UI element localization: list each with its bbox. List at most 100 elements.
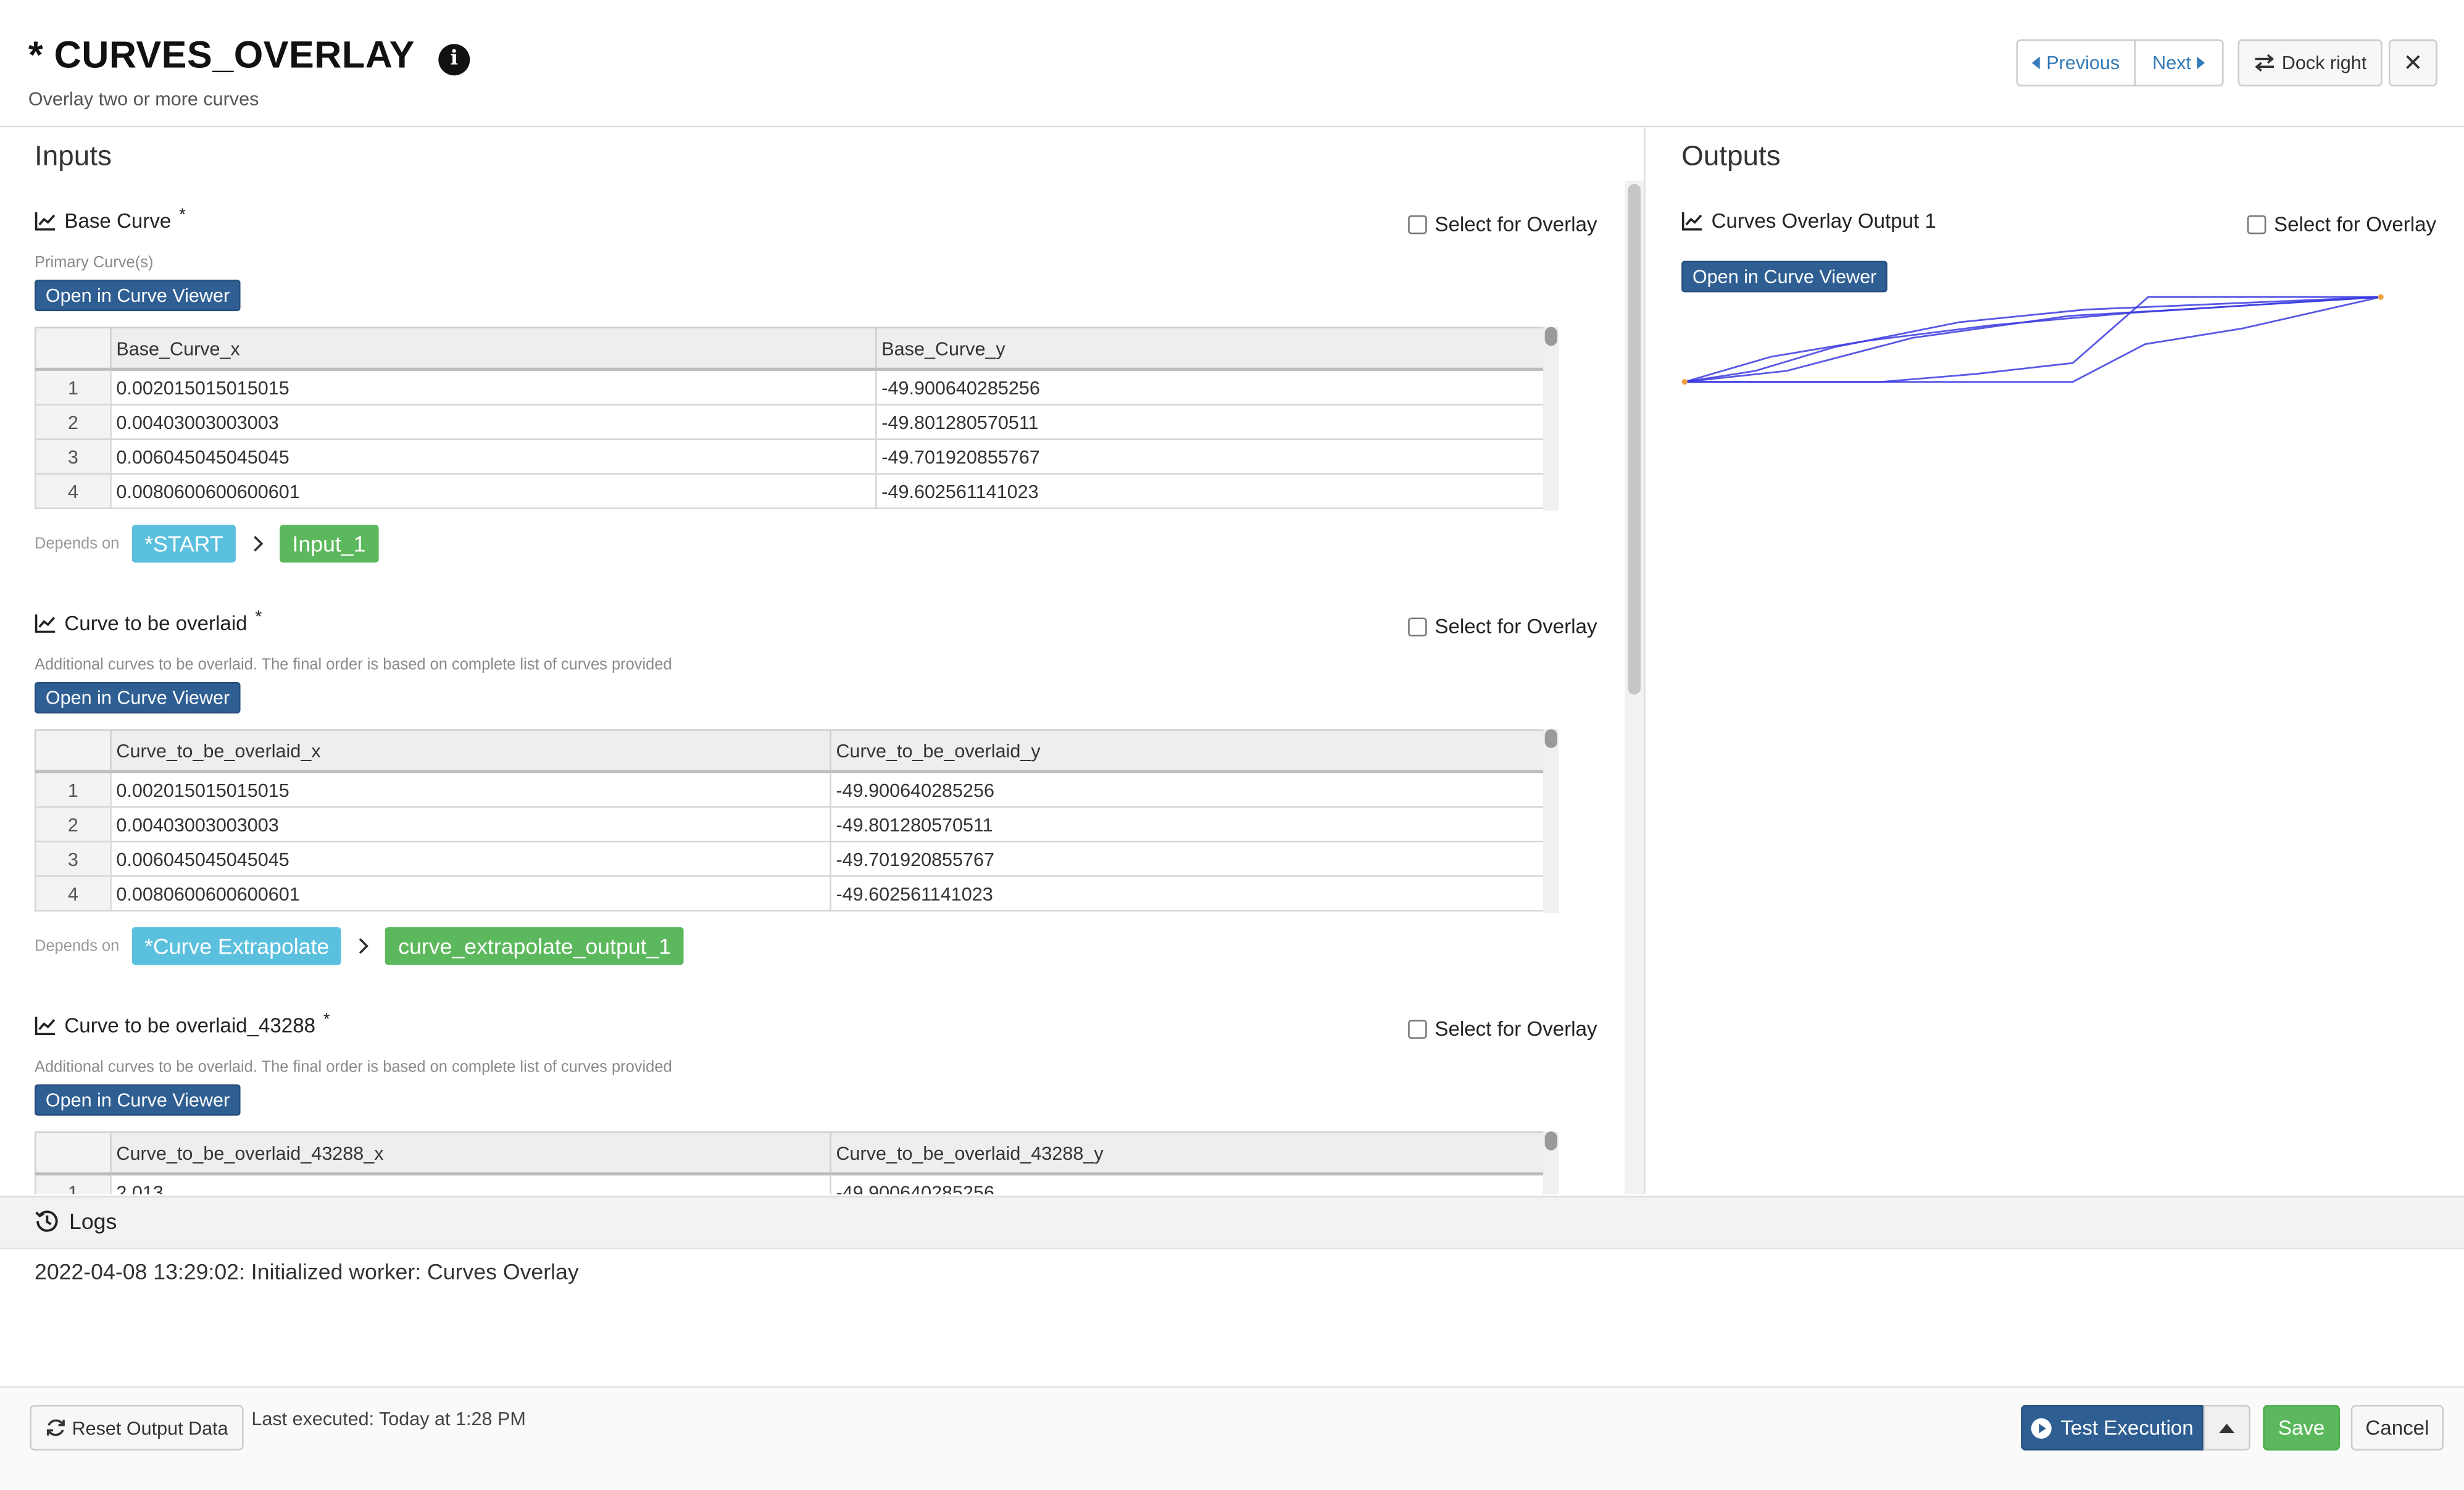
curve-overlaid-43288-open-viewer-button[interactable]: Open in Curve Viewer <box>35 1084 241 1116</box>
row-number-header <box>35 729 112 773</box>
row-number: 1 <box>35 1173 112 1194</box>
table-scrollbar-thumb[interactable] <box>1544 327 1558 346</box>
curve-overlaid-43288-table: Curve_to_be_overlaid_43288_x Curve_to_be… <box>35 1131 1545 1194</box>
curve-overlaid-43288-label: Curve to be overlaid_43288 <box>64 1013 316 1038</box>
table-cell[interactable]: -49.701920855767 <box>875 438 1545 475</box>
output-label: Curves Overlay Output 1 <box>1711 209 1936 233</box>
checkbox-box[interactable] <box>2247 214 2266 234</box>
column-header[interactable]: Curve_to_be_overlaid_y <box>830 729 1545 773</box>
chevron-right-icon <box>254 536 264 552</box>
checkbox-box[interactable] <box>1408 1019 1427 1038</box>
preview-lines <box>1684 296 2381 383</box>
table-row: 3 0.006045045045045 -49.701920855767 <box>35 841 1545 877</box>
table-scrollbar[interactable] <box>1543 729 1559 914</box>
table-cell[interactable]: 0.002015015015015 <box>110 770 831 808</box>
reset-output-label: Reset Output Data <box>72 1417 228 1439</box>
column-header[interactable]: Curve_to_be_overlaid_43288_y <box>830 1131 1545 1176</box>
swap-icon <box>2255 54 2275 72</box>
outputs-panel: Outputs Curves Overlay Output 1 Select f… <box>1646 127 2464 1194</box>
table-scrollbar-thumb[interactable] <box>1544 1131 1558 1151</box>
outputs-title: Outputs <box>1681 139 1781 172</box>
output-overlay-checkbox[interactable]: Select for Overlay <box>2247 212 2436 236</box>
last-executed: Last executed: Today at 1:28 PM <box>251 1408 526 1430</box>
page-subtitle: Overlay two or more curves <box>28 88 259 110</box>
line-chart-icon <box>1681 211 1702 230</box>
checkbox-box[interactable] <box>1408 214 1427 234</box>
table-cell[interactable]: 2.013 <box>110 1173 831 1194</box>
table-cell[interactable]: -49.900640285256 <box>875 368 1545 406</box>
dependency-chip[interactable]: *START <box>131 525 236 563</box>
test-execution-button[interactable]: Test Execution <box>2021 1405 2204 1450</box>
chevron-right-icon <box>359 938 370 954</box>
line-chart-icon <box>35 1015 56 1034</box>
curve-overlaid-label: Curve to be overlaid <box>64 611 248 635</box>
dependency-chip[interactable]: Input_1 <box>280 525 378 563</box>
curve-overlaid-43288-overlay-checkbox[interactable]: Select for Overlay <box>1408 1017 1597 1040</box>
table-cell[interactable]: 0.002015015015015 <box>110 368 877 406</box>
curve-overlaid-open-viewer-button[interactable]: Open in Curve Viewer <box>35 681 241 714</box>
curve-overlaid-43288-description: Additional curves to be overlaid. The fi… <box>35 1059 672 1077</box>
dock-right-label: Dock right <box>2281 52 2367 74</box>
next-label: Next <box>2152 52 2191 74</box>
row-number: 1 <box>35 770 112 808</box>
table-cell[interactable]: -49.701920855767 <box>830 841 1545 877</box>
row-number: 4 <box>35 875 112 912</box>
column-header[interactable]: Base_Curve_x <box>110 327 877 371</box>
preview-end-point <box>2378 294 2384 300</box>
table-cell[interactable]: 0.0080600600600601 <box>110 473 877 509</box>
row-number: 2 <box>35 404 112 440</box>
required-mark: * <box>255 607 262 626</box>
base-curve-overlay-checkbox[interactable]: Select for Overlay <box>1408 212 1597 236</box>
table-cell[interactable]: -49.900640285256 <box>830 1173 1545 1194</box>
table-scrollbar-thumb[interactable] <box>1544 729 1558 748</box>
base-curve-open-viewer-button[interactable]: Open in Curve Viewer <box>35 280 241 312</box>
caret-left-icon <box>2032 56 2041 70</box>
table-row: 2 0.00403003003003 -49.801280570511 <box>35 806 1545 843</box>
reset-output-button[interactable]: Reset Output Data <box>30 1405 244 1450</box>
table-cell[interactable]: 0.00403003003003 <box>110 806 831 843</box>
table-scrollbar[interactable] <box>1543 1131 1559 1194</box>
logs-header[interactable]: Logs <box>0 1196 2464 1250</box>
required-mark: * <box>179 205 186 224</box>
table-cell[interactable]: -49.602561141023 <box>875 473 1545 509</box>
column-header[interactable]: Base_Curve_y <box>875 327 1545 371</box>
table-scrollbar[interactable] <box>1543 327 1559 511</box>
table-cell[interactable]: -49.801280570511 <box>875 404 1545 440</box>
curve-overlaid-43288-heading: Curve to be overlaid_43288 * <box>35 1010 330 1038</box>
table-cell[interactable]: -49.900640285256 <box>830 770 1545 808</box>
dock-right-button[interactable]: Dock right <box>2237 39 2383 87</box>
test-execution-dropdown-button[interactable] <box>2203 1405 2250 1450</box>
table-cell[interactable]: 0.006045045045045 <box>110 841 831 877</box>
page-title: * CURVES_OVERLAY <box>28 35 415 77</box>
table-cell[interactable]: -49.801280570511 <box>830 806 1545 843</box>
column-header[interactable]: Curve_to_be_overlaid_x <box>110 729 831 773</box>
refresh-icon <box>46 1419 65 1436</box>
dependency-chip[interactable]: *Curve Extrapolate <box>131 927 342 965</box>
curve-overlaid-description: Additional curves to be overlaid. The fi… <box>35 657 672 675</box>
column-header[interactable]: Curve_to_be_overlaid_43288_x <box>110 1131 831 1176</box>
curve-preview[interactable] <box>1677 285 2400 394</box>
curve-overlaid-overlay-checkbox[interactable]: Select for Overlay <box>1408 614 1597 638</box>
base-curve-heading: Base Curve * <box>35 205 186 233</box>
caret-right-icon <box>2197 56 2205 70</box>
curve-overlaid-heading: Curve to be overlaid * <box>35 607 262 635</box>
table-cell[interactable]: 0.00403003003003 <box>110 404 877 440</box>
cancel-button[interactable]: Cancel <box>2350 1405 2444 1450</box>
close-icon: ✕ <box>2403 50 2423 77</box>
table-cell[interactable]: 0.006045045045045 <box>110 438 877 475</box>
base-curve-depends: Depends on *START Input_1 <box>35 525 378 563</box>
close-button[interactable]: ✕ <box>2388 39 2437 87</box>
info-icon[interactable]: i <box>438 44 470 76</box>
previous-button[interactable]: Previous <box>2016 39 2136 87</box>
curve-overlaid-table: Curve_to_be_overlaid_x Curve_to_be_overl… <box>35 729 1545 912</box>
table-row: 2 0.00403003003003 -49.801280570511 <box>35 404 1545 440</box>
row-number: 3 <box>35 438 112 475</box>
save-button[interactable]: Save <box>2263 1405 2340 1450</box>
base-curve-label: Base Curve <box>64 209 172 233</box>
table-cell[interactable]: 0.0080600600600601 <box>110 875 831 912</box>
table-cell[interactable]: -49.602561141023 <box>830 875 1545 912</box>
dependency-chip[interactable]: curve_extrapolate_output_1 <box>385 927 684 965</box>
checkbox-box[interactable] <box>1408 617 1427 636</box>
inputs-scrollbar-thumb[interactable] <box>1628 183 1641 695</box>
next-button[interactable]: Next <box>2134 39 2224 87</box>
